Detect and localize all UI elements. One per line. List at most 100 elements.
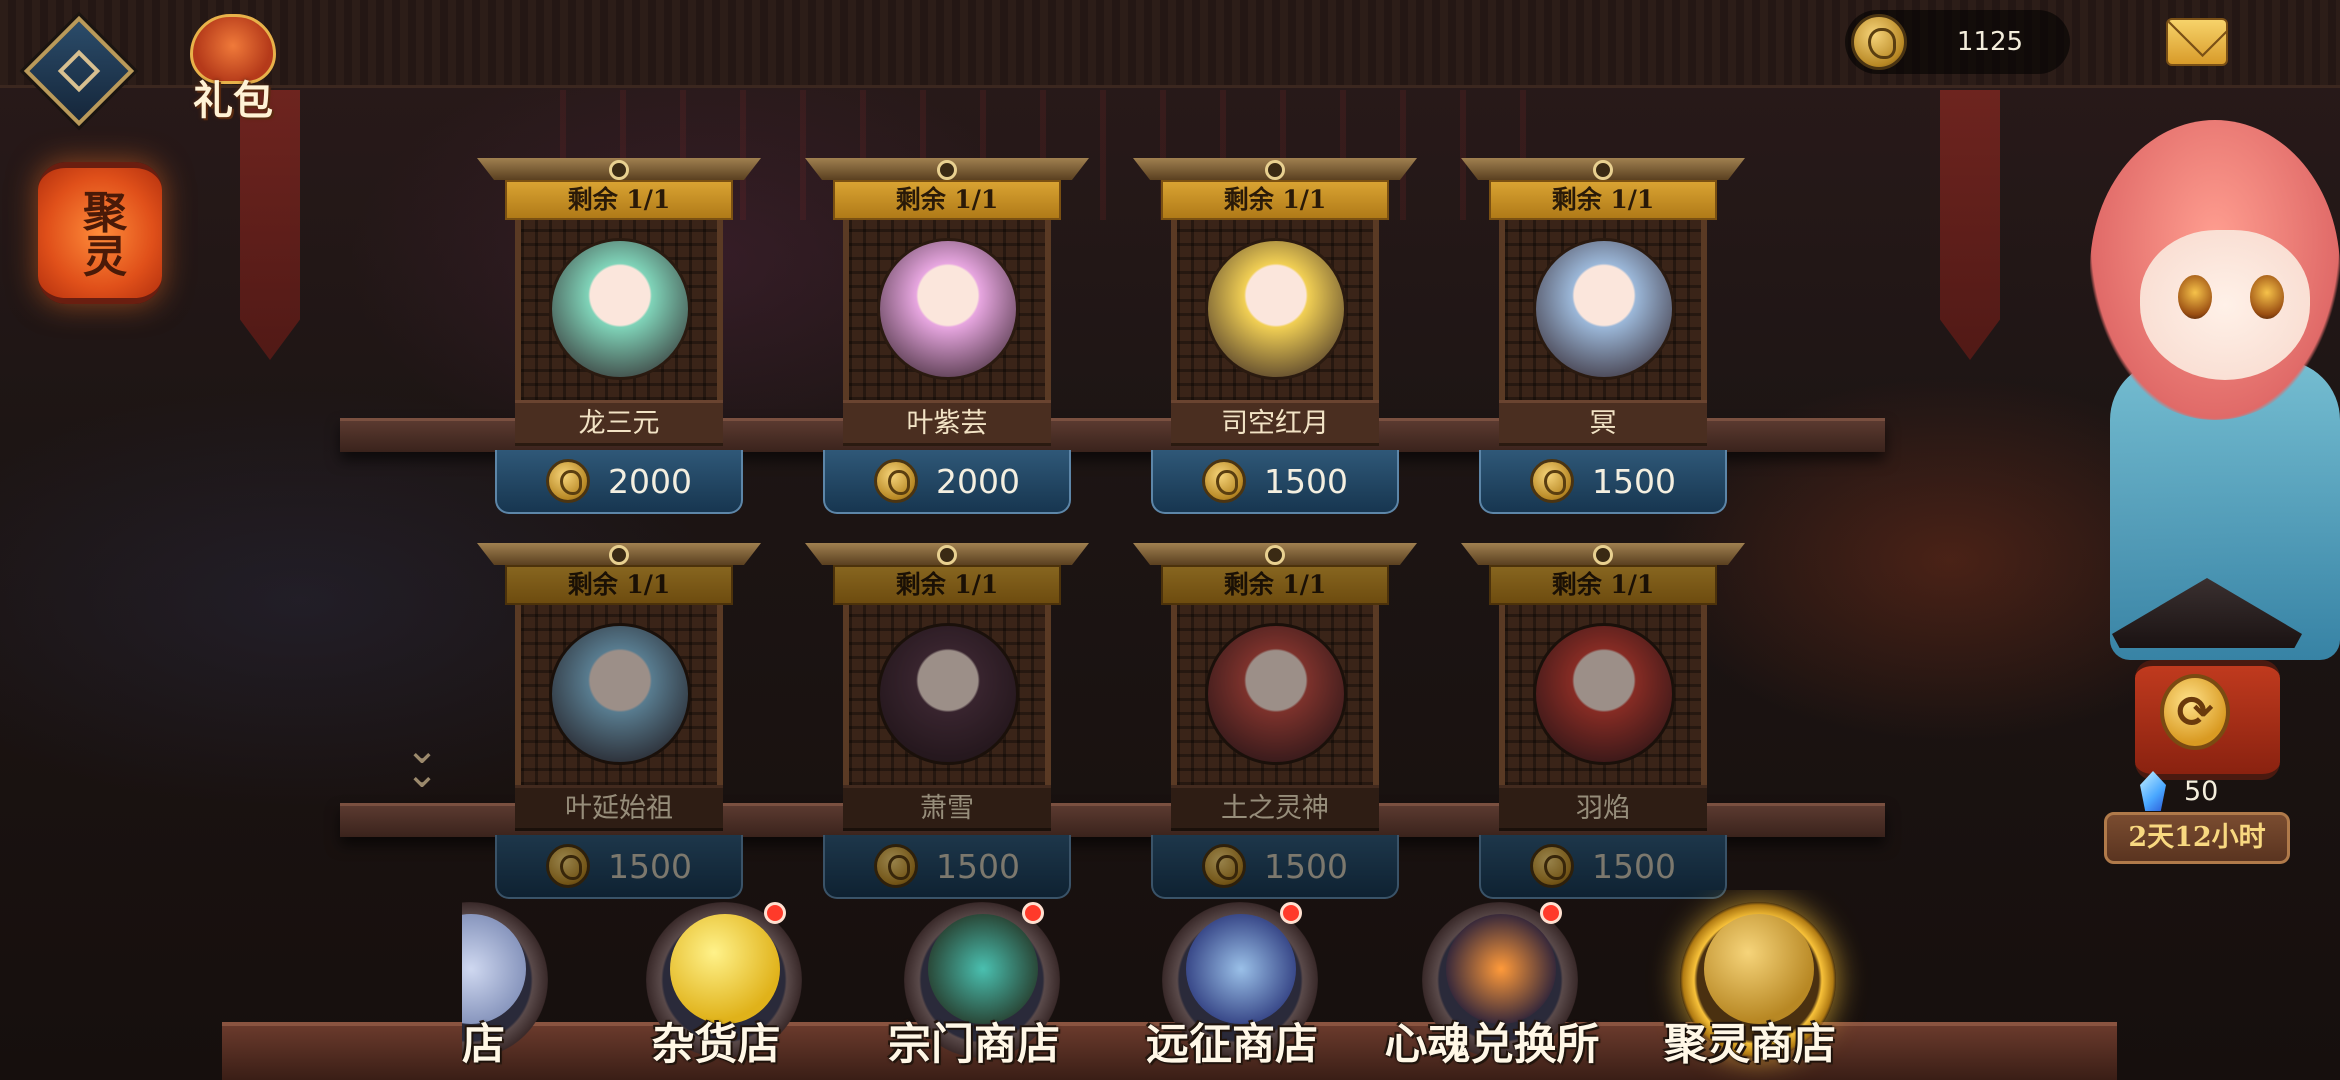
juling-coin-icon xyxy=(874,844,918,888)
mascot-eye-right xyxy=(2250,275,2284,319)
shop-item-card[interactable]: 剩余 1/1 土之灵神 1500 xyxy=(1133,543,1417,899)
shop-tab-bar: 商店 杂货店 宗门商店 远征商店 心魂兑换所 聚灵商店 xyxy=(462,890,1880,1080)
tab-label: 杂货店 xyxy=(651,1020,781,1070)
juling-coin-icon xyxy=(1202,459,1246,503)
hero-name: 叶紫芸 xyxy=(843,400,1051,446)
item-price: 2000 xyxy=(608,461,692,501)
hero-name: 龙三元 xyxy=(515,400,723,446)
juling-lantern-label: 聚灵 xyxy=(75,189,126,277)
card-roof-knob-icon xyxy=(1265,160,1285,180)
refresh-cost: 50 xyxy=(2140,766,2290,816)
gold-coin-icon xyxy=(670,914,780,1024)
juling-coin-icon xyxy=(546,844,590,888)
card-roof-knob-icon xyxy=(1593,545,1613,565)
juling-coin-icon xyxy=(1851,14,1907,70)
ship-anchor-icon xyxy=(1186,914,1296,1024)
juling-coin-icon xyxy=(1530,844,1574,888)
shop-item-card[interactable]: 剩余 1/1 司空红月 1500 xyxy=(1133,158,1417,514)
card-roof-knob-icon xyxy=(1265,545,1285,565)
currency-value: 1125 xyxy=(1956,27,2024,57)
hero-portrait[interactable] xyxy=(1533,238,1675,380)
tab-label: 商店 xyxy=(462,1020,505,1070)
item-price: 1500 xyxy=(936,846,1020,886)
card-roof-knob-icon xyxy=(1593,160,1613,180)
currency-display: 1125 xyxy=(1845,10,2070,74)
shop-tab[interactable]: 商店 xyxy=(462,890,592,1080)
soul-crystal-icon xyxy=(1446,914,1556,1024)
hero-name: 叶延始祖 xyxy=(515,785,723,831)
hero-name: 冥 xyxy=(1499,400,1707,446)
item-stock-label: 剩余 1/1 xyxy=(833,180,1061,220)
item-price: 1500 xyxy=(1592,461,1676,501)
hero-portrait[interactable] xyxy=(549,238,691,380)
mail-button[interactable] xyxy=(2166,18,2228,66)
hanging-banner-right xyxy=(1940,90,2000,360)
shop-item-card[interactable]: 剩余 1/1 龙三元 2000 xyxy=(477,158,761,514)
refresh-arrows-icon: ⟳ xyxy=(2176,686,2214,738)
notification-dot-icon xyxy=(1022,902,1044,924)
item-stock-label: 剩余 1/1 xyxy=(505,180,733,220)
tab-label: 心魂兑换所 xyxy=(1384,1020,1600,1070)
hero-portrait[interactable] xyxy=(1205,238,1347,380)
spirit-gem-icon xyxy=(2140,771,2166,811)
juling-coin-icon xyxy=(546,459,590,503)
buy-button[interactable]: 2000 xyxy=(495,450,743,514)
shop-tab[interactable]: 心魂兑换所 xyxy=(1362,890,1622,1080)
buy-button[interactable]: 2000 xyxy=(823,450,1071,514)
juling-coin-icon xyxy=(1704,914,1814,1024)
tab-label: 宗门商店 xyxy=(888,1020,1060,1070)
shop-item-card[interactable]: 剩余 1/1 冥 1500 xyxy=(1461,158,1745,514)
tab-label: 聚灵商店 xyxy=(1664,1020,1836,1070)
demon-mask-icon xyxy=(928,914,1038,1024)
notification-dot-icon xyxy=(764,902,786,924)
card-roof-knob-icon xyxy=(609,545,629,565)
hero-name: 土之灵神 xyxy=(1171,785,1379,831)
item-price: 1500 xyxy=(608,846,692,886)
hero-name: 羽焰 xyxy=(1499,785,1707,831)
shop-tab[interactable]: 聚灵商店 xyxy=(1620,890,1880,1080)
juling-lantern-button[interactable]: 聚灵 xyxy=(38,162,162,304)
refresh-gem-count: 50 xyxy=(2184,775,2219,807)
item-stock-label: 剩余 1/1 xyxy=(1489,180,1717,220)
shop-tab[interactable]: 宗门商店 xyxy=(844,890,1104,1080)
mascot-face xyxy=(2140,230,2310,380)
item-price: 2000 xyxy=(936,461,1020,501)
refresh-timer: 2天12小时 xyxy=(2104,812,2290,864)
item-stock-label: 剩余 1/1 xyxy=(1161,180,1389,220)
hero-portrait[interactable] xyxy=(1205,623,1347,765)
shop-item-card[interactable]: 剩余 1/1 叶延始祖 1500 xyxy=(477,543,761,899)
hero-portrait[interactable] xyxy=(877,623,1019,765)
item-stock-label: 剩余 1/1 xyxy=(1489,565,1717,605)
item-stock-label: 剩余 1/1 xyxy=(1161,565,1389,605)
card-roof-knob-icon xyxy=(609,160,629,180)
hero-name: 司空红月 xyxy=(1171,400,1379,446)
shop-tab[interactable]: 杂货店 xyxy=(586,890,846,1080)
item-stock-label: 剩余 1/1 xyxy=(833,565,1061,605)
hero-portrait[interactable] xyxy=(549,623,691,765)
gift-pack-button[interactable]: 礼包 xyxy=(178,14,288,134)
buy-button[interactable]: 1500 xyxy=(1479,450,1727,514)
scroll-down-chevron-icon[interactable]: ⌄ ⌄ xyxy=(402,730,442,794)
hero-portrait[interactable] xyxy=(877,238,1019,380)
notification-dot-icon xyxy=(1540,902,1562,924)
shop-item-card[interactable]: 剩余 1/1 叶紫芸 2000 xyxy=(805,158,1089,514)
item-price: 1500 xyxy=(1592,846,1676,886)
hero-name: 萧雪 xyxy=(843,785,1051,831)
item-price: 1500 xyxy=(1264,461,1348,501)
juling-coin-icon xyxy=(874,459,918,503)
back-button[interactable] xyxy=(23,15,135,127)
gift-pack-label: 礼包 xyxy=(193,77,273,124)
card-roof-knob-icon xyxy=(937,545,957,565)
shop-item-card[interactable]: 剩余 1/1 萧雪 1500 xyxy=(805,543,1089,899)
shop-tab[interactable]: 远征商店 xyxy=(1102,890,1362,1080)
juling-coin-icon xyxy=(1530,459,1574,503)
buy-button[interactable]: 1500 xyxy=(1151,450,1399,514)
shop-item-card[interactable]: 剩余 1/1 羽焰 1500 xyxy=(1461,543,1745,899)
juling-coin-icon xyxy=(1202,844,1246,888)
notification-dot-icon xyxy=(1280,902,1302,924)
refresh-button[interactable]: ⟳ xyxy=(2160,674,2230,750)
item-price: 1500 xyxy=(1264,846,1348,886)
tab-label: 远征商店 xyxy=(1146,1020,1318,1070)
hero-portrait[interactable] xyxy=(1533,623,1675,765)
card-roof-knob-icon xyxy=(937,160,957,180)
